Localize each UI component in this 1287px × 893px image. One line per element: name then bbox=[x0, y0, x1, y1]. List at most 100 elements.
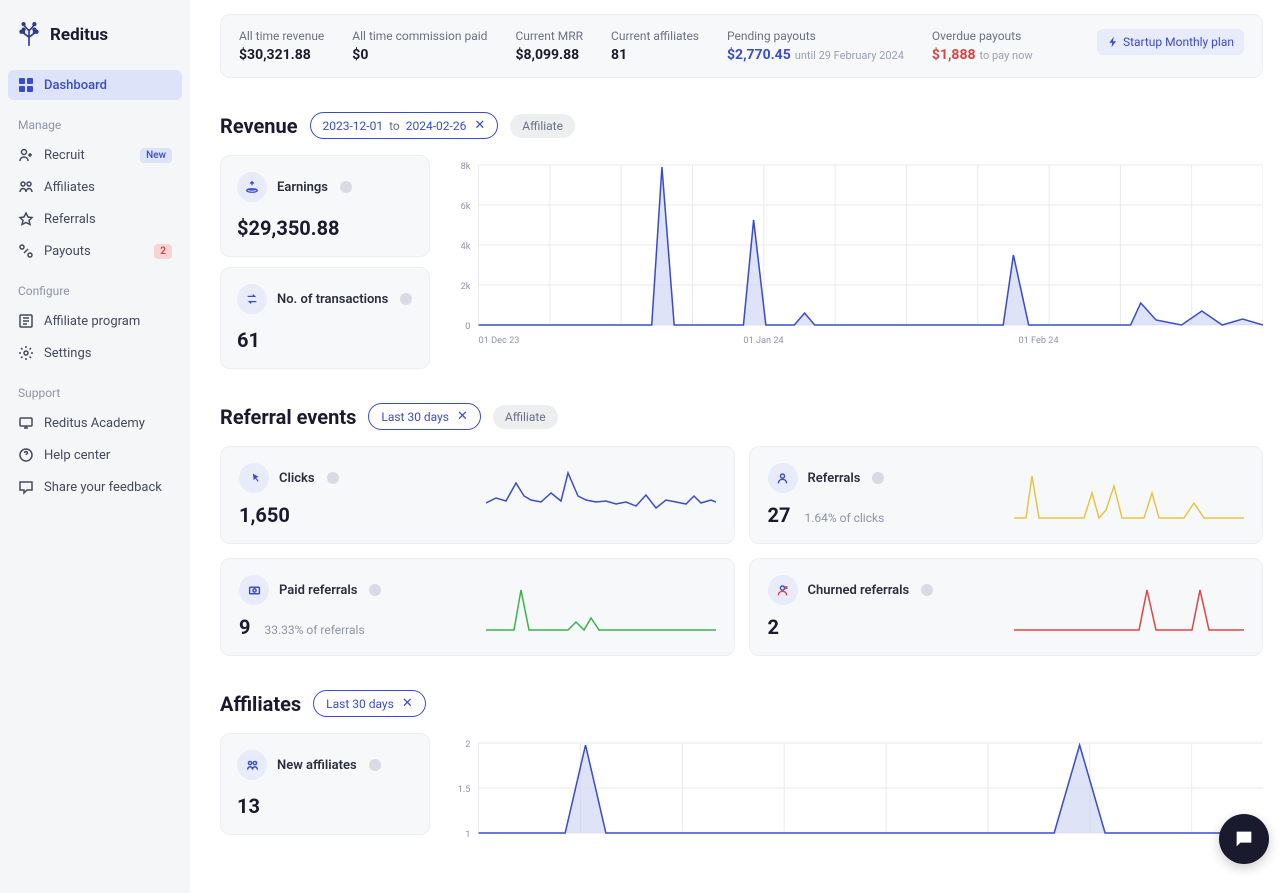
sidebar: Reditus Dashboard Manage Recruit New Aff… bbox=[0, 0, 190, 893]
sidebar-item-dashboard[interactable]: Dashboard bbox=[8, 70, 182, 100]
stat-all-time-revenue: All time revenue $30,321.88 bbox=[239, 29, 324, 63]
chat-icon bbox=[1233, 828, 1255, 850]
nav-label: Reditus Academy bbox=[44, 416, 145, 431]
transactions-icon bbox=[237, 284, 267, 314]
svg-text:01 Dec 23: 01 Dec 23 bbox=[479, 336, 520, 346]
academy-icon bbox=[18, 415, 34, 431]
section-manage: Manage bbox=[8, 102, 182, 138]
sidebar-item-affiliate-program[interactable]: Affiliate program bbox=[8, 306, 182, 336]
program-icon bbox=[18, 313, 34, 329]
sidebar-item-payouts[interactable]: Payouts 2 bbox=[8, 236, 182, 266]
gear-icon bbox=[18, 345, 34, 361]
info-icon[interactable] bbox=[872, 472, 884, 484]
paid-icon bbox=[239, 575, 269, 605]
sidebar-item-recruit[interactable]: Recruit New bbox=[8, 140, 182, 170]
churned-sparkline bbox=[1014, 580, 1244, 635]
revenue-title: Revenue bbox=[220, 114, 298, 138]
revenue-affiliate-chip[interactable]: Affiliate bbox=[510, 114, 575, 138]
badge-new: New bbox=[140, 148, 172, 163]
brand-name: Reditus bbox=[50, 25, 108, 45]
new-affiliates-card[interactable]: New affiliates 13 bbox=[220, 733, 430, 835]
stat-overdue-payouts: Overdue payouts $1,888to pay now bbox=[932, 29, 1033, 63]
earnings-icon bbox=[237, 172, 267, 202]
close-icon[interactable]: ✕ bbox=[474, 118, 485, 133]
tree-icon bbox=[16, 22, 42, 48]
info-icon[interactable] bbox=[369, 759, 381, 771]
clicks-sparkline bbox=[486, 468, 716, 523]
referrals-icon bbox=[18, 211, 34, 227]
revenue-date-chip[interactable]: 2023-12-01 to 2024-02-26 ✕ bbox=[310, 112, 499, 139]
sidebar-item-affiliates[interactable]: Affiliates bbox=[8, 172, 182, 202]
affiliates-title: Affiliates bbox=[220, 692, 301, 716]
bolt-icon bbox=[1107, 36, 1119, 48]
dashboard-icon bbox=[18, 77, 34, 93]
paid-referrals-card[interactable]: Paid referrals 933.33% of referrals bbox=[220, 558, 735, 656]
svg-text:4k: 4k bbox=[461, 242, 471, 252]
referral-icon bbox=[768, 463, 798, 493]
info-icon[interactable] bbox=[369, 584, 381, 596]
info-icon[interactable] bbox=[400, 293, 412, 305]
svg-text:8k: 8k bbox=[461, 162, 471, 172]
churned-referrals-card[interactable]: Churned referrals 2 bbox=[749, 558, 1264, 656]
plan-pill[interactable]: Startup Monthly plan bbox=[1097, 29, 1244, 55]
revenue-header: Revenue 2023-12-01 to 2024-02-26 ✕ Affil… bbox=[220, 112, 1263, 139]
affiliates-icon bbox=[18, 179, 34, 195]
affiliates-chart: 2 1.5 1 bbox=[448, 733, 1263, 853]
stat-pending-payouts: Pending payouts $2,770.45until 29 Februa… bbox=[727, 29, 904, 63]
clicks-icon bbox=[239, 463, 269, 493]
nav-label: Referrals bbox=[44, 212, 96, 227]
svg-text:2: 2 bbox=[465, 740, 470, 750]
referral-affiliate-chip[interactable]: Affiliate bbox=[493, 405, 558, 429]
paid-sparkline bbox=[486, 580, 716, 635]
referral-events-header: Referral events Last 30 days ✕ Affiliate bbox=[220, 403, 1263, 430]
sidebar-item-settings[interactable]: Settings bbox=[8, 338, 182, 368]
sidebar-item-feedback[interactable]: Share your feedback bbox=[8, 472, 182, 502]
nav-label: Recruit bbox=[44, 148, 85, 163]
info-icon[interactable] bbox=[921, 584, 933, 596]
info-icon[interactable] bbox=[340, 181, 352, 193]
stat-current-affiliates: Current affiliates 81 bbox=[611, 29, 699, 63]
nav-label: Payouts bbox=[44, 244, 91, 259]
brand-logo[interactable]: Reditus bbox=[8, 10, 182, 68]
nav-label: Help center bbox=[44, 448, 110, 463]
close-icon[interactable]: ✕ bbox=[457, 409, 468, 424]
clicks-card[interactable]: Clicks 1,650 bbox=[220, 446, 735, 544]
feedback-icon bbox=[18, 479, 34, 495]
referral-events-title: Referral events bbox=[220, 405, 356, 429]
nav-label: Affiliates bbox=[44, 180, 95, 195]
recruit-icon bbox=[18, 147, 34, 163]
stat-bar: All time revenue $30,321.88 All time com… bbox=[220, 14, 1263, 78]
affiliates-header: Affiliates Last 30 days ✕ bbox=[220, 690, 1263, 717]
referrals-card[interactable]: Referrals 271.64% of clicks bbox=[749, 446, 1264, 544]
referrals-sparkline bbox=[1014, 468, 1244, 523]
svg-text:2k: 2k bbox=[461, 282, 471, 292]
nav-label: Affiliate program bbox=[44, 314, 140, 329]
referral-range-chip[interactable]: Last 30 days ✕ bbox=[368, 403, 481, 430]
earnings-card[interactable]: Earnings $29,350.88 bbox=[220, 155, 430, 257]
help-icon bbox=[18, 447, 34, 463]
info-icon[interactable] bbox=[327, 472, 339, 484]
svg-text:1: 1 bbox=[465, 830, 470, 840]
sidebar-item-help[interactable]: Help center bbox=[8, 440, 182, 470]
nav-label: Dashboard bbox=[44, 78, 107, 93]
sidebar-item-academy[interactable]: Reditus Academy bbox=[8, 408, 182, 438]
sidebar-item-referrals[interactable]: Referrals bbox=[8, 204, 182, 234]
nav-label: Share your feedback bbox=[44, 480, 162, 495]
stat-current-mrr: Current MRR $8,099.88 bbox=[515, 29, 583, 63]
chat-fab[interactable] bbox=[1219, 814, 1269, 864]
close-icon[interactable]: ✕ bbox=[402, 696, 413, 711]
affiliates-range-chip[interactable]: Last 30 days ✕ bbox=[313, 690, 426, 717]
churned-icon bbox=[768, 575, 798, 605]
svg-text:1.5: 1.5 bbox=[458, 785, 471, 795]
main-content: All time revenue $30,321.88 All time com… bbox=[190, 0, 1287, 893]
revenue-chart: 8k 6k 4k 2k 0 01 Dec 23 01 Jan 24 01 Feb… bbox=[448, 155, 1263, 369]
transactions-card[interactable]: No. of transactions 61 bbox=[220, 267, 430, 369]
new-affiliates-icon bbox=[237, 750, 267, 780]
svg-text:01 Feb 24: 01 Feb 24 bbox=[1019, 336, 1059, 346]
nav-label: Settings bbox=[44, 346, 91, 361]
stat-all-time-commission: All time commission paid $0 bbox=[352, 29, 487, 63]
badge-payouts-count: 2 bbox=[154, 244, 172, 259]
section-support: Support bbox=[8, 370, 182, 406]
section-configure: Configure bbox=[8, 268, 182, 304]
svg-text:6k: 6k bbox=[461, 202, 471, 212]
